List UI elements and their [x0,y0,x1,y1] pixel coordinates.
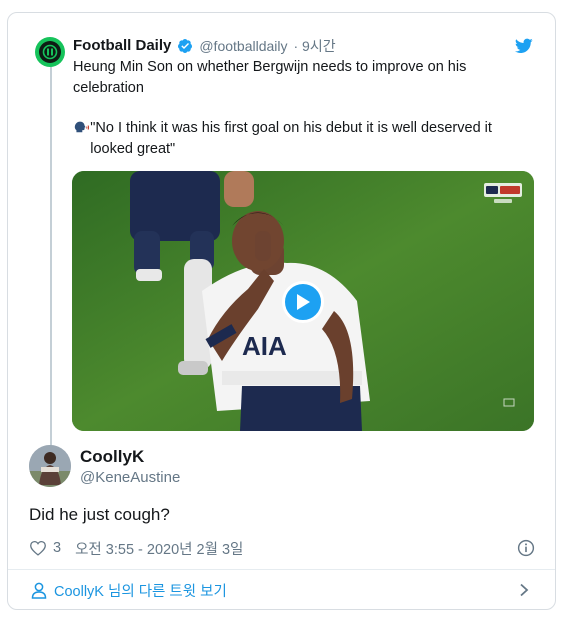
info-icon[interactable] [517,539,535,557]
video-thumbnail[interactable]: AIA [72,171,534,431]
like-count[interactable]: 3 [53,540,61,556]
chevron-right-icon [520,583,529,597]
quoted-tweet-line1: Heung Min Son on whether Bergwijn needs … [73,59,467,96]
more-tweets-label: CoollyK 님의 다른 트윗 보기 [54,583,227,600]
twitter-bird-icon[interactable] [515,38,533,54]
heart-icon[interactable] [29,540,47,556]
football-daily-avatar[interactable] [35,37,65,67]
avatar-image [29,445,71,487]
tweet-meta-row: 3 오전 3:55 - 2020년 2월 3일 [29,537,535,559]
quoted-tweet-text: Heung Min Son on whether Bergwijn needs … [73,57,533,160]
tweet-embed-card: Football Daily @footballdaily · 9시간 Heun… [7,12,556,610]
quoted-tweet-quote: "No I think it was his first goal on his… [90,120,492,157]
more-tweets-link[interactable]: CoollyK 님의 다른 트윗 보기 [8,570,555,609]
thread-connector-line [50,63,52,457]
speaking-head-icon [74,121,90,133]
play-icon [297,294,310,310]
coollyk-avatar[interactable] [29,445,71,487]
svg-text:AIA: AIA [242,331,287,361]
tweet-text: Did he just cough? [29,505,170,524]
quoted-tweet-time[interactable]: · 9시간 [294,36,336,56]
football-daily-logo-icon [42,44,58,60]
quoted-author-name[interactable]: Football Daily [73,36,171,56]
quoted-author-handle[interactable]: @footballdaily [199,36,287,56]
verified-icon [177,38,193,54]
tweet-timestamp[interactable]: 오전 3:55 - 2020년 2월 3일 [75,538,243,559]
person-icon [31,582,47,599]
broadcaster-logo-icon [484,183,522,203]
tweet-author-handle[interactable]: @KeneAustine [80,468,180,488]
play-button[interactable] [282,281,324,323]
quoted-tweet-header: Football Daily @footballdaily · 9시간 [73,36,336,56]
tweet-author-name[interactable]: CoollyK [80,446,144,468]
